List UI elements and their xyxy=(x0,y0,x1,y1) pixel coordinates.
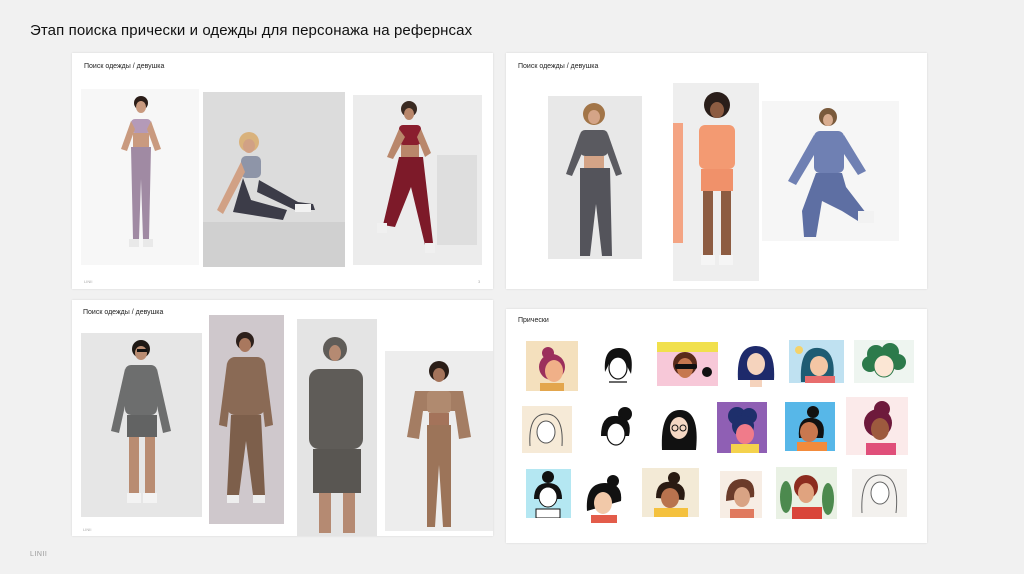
panel-label: Поиск одежды / девушка xyxy=(84,63,165,70)
model-figure-icon xyxy=(309,337,363,533)
model-figure-icon xyxy=(377,101,477,253)
avatar-icon xyxy=(657,342,718,378)
model-figure-icon xyxy=(121,96,161,247)
avatar-sketch-long xyxy=(852,469,907,517)
avatar-sketch-wavy xyxy=(522,406,572,453)
model-figure-icon xyxy=(788,108,874,237)
model-figure-icon xyxy=(566,103,622,256)
avatar-black-side xyxy=(581,471,630,523)
photo-dark-grey-set xyxy=(297,319,377,536)
hairstyle-panel: Прически xyxy=(506,309,927,543)
avatar-icon xyxy=(539,347,565,391)
avatar-line-bob xyxy=(595,342,641,389)
panel-footer-mark: LINII xyxy=(83,527,92,532)
avatar-sunglasses xyxy=(657,342,718,386)
avatar-bun-pink xyxy=(526,341,578,391)
model-figure-icon xyxy=(407,361,471,527)
avatar-icon xyxy=(654,472,688,517)
photo-burgundy-set xyxy=(353,95,482,265)
avatar-icon xyxy=(864,401,896,455)
avatar-maroon-bun xyxy=(846,397,908,455)
avatar-icon xyxy=(861,474,898,514)
avatar-navy-hair xyxy=(732,340,780,387)
panel-page-number: 3 xyxy=(478,279,481,284)
outfit-panel-1: Поиск одежды / девушка LINII 3 xyxy=(72,53,493,289)
avatar-icon xyxy=(737,346,775,387)
panel-footer-mark: LINII xyxy=(84,279,93,284)
page-title: Этап поиска прически и одежды для персон… xyxy=(30,22,473,39)
avatar-black-bun xyxy=(595,404,637,453)
avatar-icon xyxy=(604,348,632,383)
avatar-icon xyxy=(529,413,563,447)
photo-blue-set xyxy=(762,101,899,241)
avatar-icon xyxy=(586,475,622,523)
avatar-long-black xyxy=(656,404,703,454)
panel-label: Поиск одежды / девушка xyxy=(83,309,164,316)
outfit-panel-2: Поиск одежды / девушка xyxy=(506,53,927,289)
avatar-icon xyxy=(728,407,759,453)
photo-tan-set xyxy=(385,351,493,531)
avatar-icon xyxy=(795,346,835,383)
photo-brown-set xyxy=(209,315,284,524)
panel-label: Прически xyxy=(518,317,549,324)
model-figure-icon xyxy=(673,92,735,265)
photo-charcoal-set xyxy=(548,96,642,259)
avatar-plants-bg xyxy=(776,467,837,519)
avatar-icon xyxy=(797,406,827,451)
avatar-icon xyxy=(661,410,697,450)
photo-olive-grey-set xyxy=(81,333,202,517)
avatar-icon xyxy=(534,471,562,518)
photo-lilac-set xyxy=(81,89,199,265)
page-footer-mark: LINII xyxy=(30,551,48,558)
avatar-braid xyxy=(720,471,762,518)
photo-grey-set xyxy=(203,92,345,267)
photo-peach-set xyxy=(673,83,759,281)
model-figure-icon xyxy=(203,132,345,267)
avatar-blue-bg-bun xyxy=(785,402,835,451)
model-figure-icon xyxy=(219,332,273,503)
avatar-yellow-top xyxy=(642,468,699,517)
avatar-purple-bg xyxy=(717,402,767,453)
model-figure-icon xyxy=(111,340,171,503)
avatar-icon xyxy=(862,343,906,378)
panel-label: Поиск одежды / девушка xyxy=(518,63,599,70)
avatar-icon xyxy=(601,407,632,446)
avatar-icon xyxy=(780,475,834,519)
avatar-green-curls xyxy=(854,340,914,383)
outfit-panel-3: Поиск одежды / девушка LINII xyxy=(72,300,493,536)
avatar-cyan-bun xyxy=(526,469,571,518)
avatar-icon xyxy=(726,479,755,518)
avatar-teal-hair xyxy=(789,340,844,383)
